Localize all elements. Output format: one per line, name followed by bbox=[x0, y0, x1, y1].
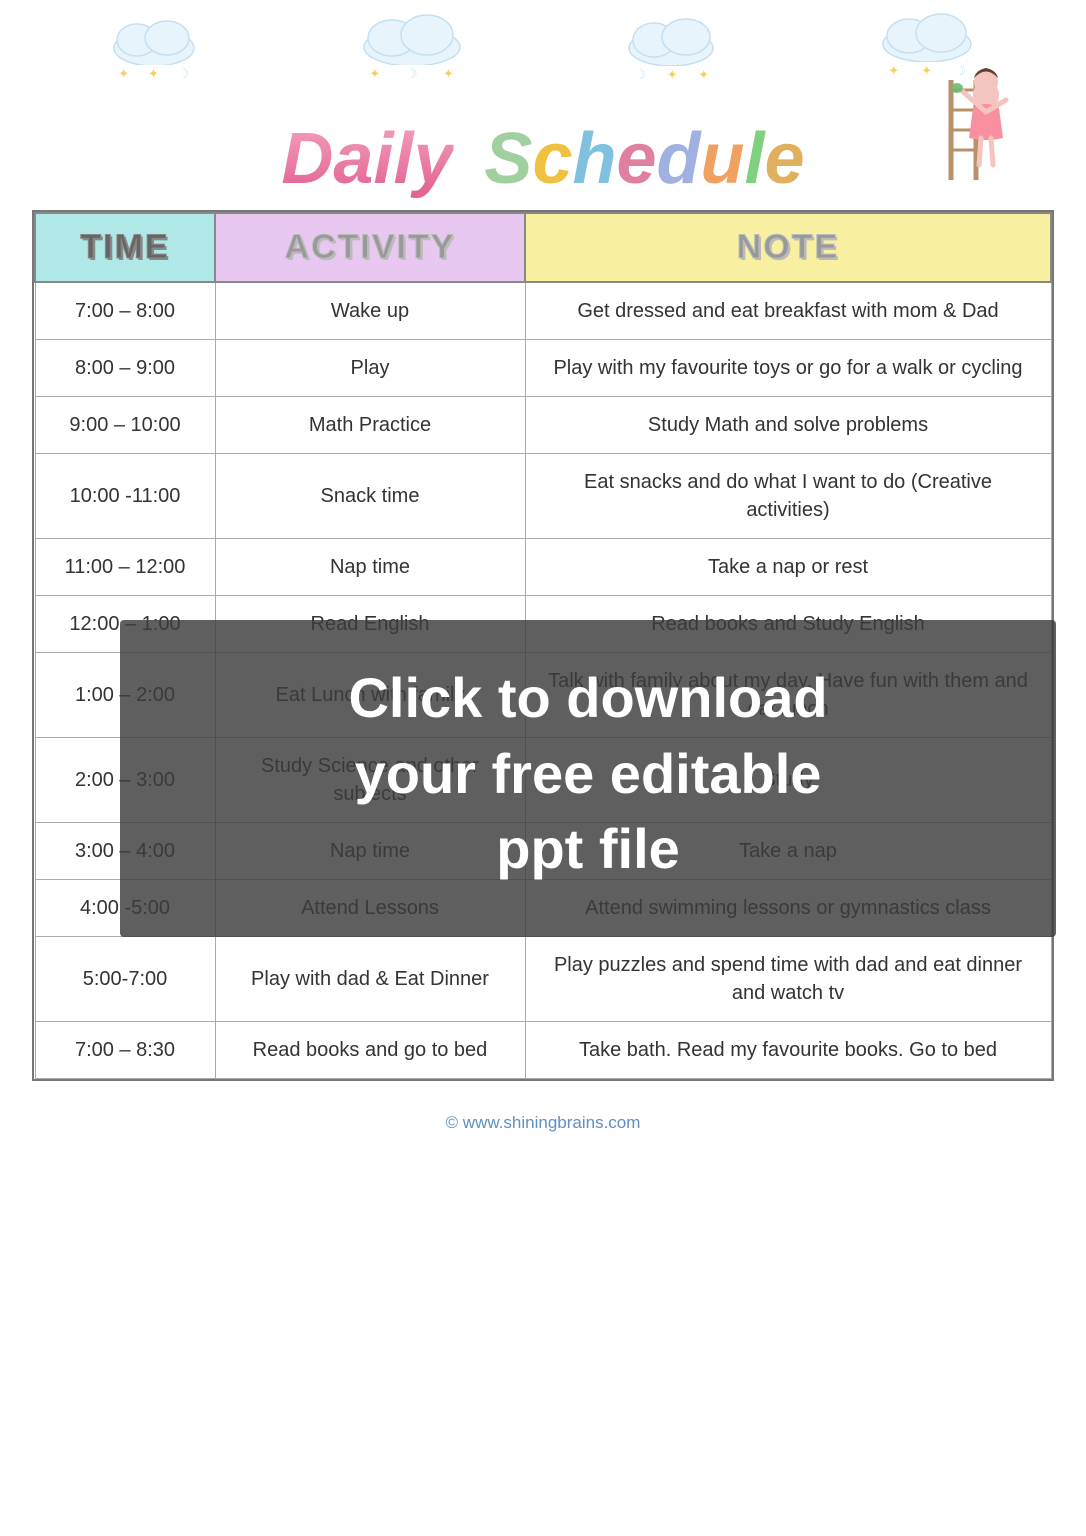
cloud-3: ☽ ✦ ✦ bbox=[624, 8, 719, 83]
column-header-activity: ACTIVITY bbox=[215, 213, 525, 282]
cell-time-3: 10:00 -11:00 bbox=[35, 454, 215, 539]
cell-activity-9: Attend Lessons bbox=[215, 880, 525, 937]
cell-activity-8: Nap time bbox=[215, 823, 525, 880]
clouds-decoration: ✦ ✦ ☽ ✦ ☽ ✦ bbox=[0, 0, 1086, 110]
table-row: 4:00 -5:00Attend LessonsAttend swimming … bbox=[35, 880, 1051, 937]
cell-activity-4: Nap time bbox=[215, 539, 525, 596]
cloud-1: ✦ ✦ ☽ bbox=[109, 10, 199, 82]
cell-note-1: Play with my favourite toys or go for a … bbox=[525, 340, 1051, 397]
cell-time-11: 7:00 – 8:30 bbox=[35, 1022, 215, 1079]
table-row: 10:00 -11:00Snack timeEat snacks and do … bbox=[35, 454, 1051, 539]
cell-activity-1: Play bbox=[215, 340, 525, 397]
cell-time-4: 11:00 – 12:00 bbox=[35, 539, 215, 596]
copyright-text: © www.shiningbrains.com bbox=[446, 1113, 641, 1132]
cell-time-5: 12:00 – 1:00 bbox=[35, 596, 215, 653]
cell-time-1: 8:00 – 9:00 bbox=[35, 340, 215, 397]
cloud-2: ✦ ☽ ✦ bbox=[357, 5, 467, 82]
cell-note-7: Study bbox=[525, 738, 1051, 823]
cell-activity-2: Math Practice bbox=[215, 397, 525, 454]
table-row: 11:00 – 12:00Nap timeTake a nap or rest bbox=[35, 539, 1051, 596]
cell-activity-7: Study Science and other subjects bbox=[215, 738, 525, 823]
girl-illustration bbox=[931, 20, 1021, 180]
cell-note-8: Take a nap bbox=[525, 823, 1051, 880]
table-row: 5:00-7:00Play with dad & Eat DinnerPlay … bbox=[35, 937, 1051, 1022]
page-title: Daily Schedule bbox=[281, 118, 804, 200]
table-row: 1:00 – 2:00Eat Lunch with familyTalk wit… bbox=[35, 653, 1051, 738]
table-row: 9:00 – 10:00Math PracticeStudy Math and … bbox=[35, 397, 1051, 454]
cell-time-0: 7:00 – 8:00 bbox=[35, 282, 215, 340]
cell-note-3: Eat snacks and do what I want to do (Cre… bbox=[525, 454, 1051, 539]
table-row: 2:00 – 3:00Study Science and other subje… bbox=[35, 738, 1051, 823]
cell-activity-11: Read books and go to bed bbox=[215, 1022, 525, 1079]
cell-note-6: Talk with family about my day. Have fun … bbox=[525, 653, 1051, 738]
cell-note-9: Attend swimming lessons or gymnastics cl… bbox=[525, 880, 1051, 937]
cell-note-2: Study Math and solve problems bbox=[525, 397, 1051, 454]
table-row: 3:00 – 4:00Nap timeTake a nap bbox=[35, 823, 1051, 880]
page-footer: © www.shiningbrains.com bbox=[0, 1101, 1086, 1151]
cell-activity-10: Play with dad & Eat Dinner bbox=[215, 937, 525, 1022]
table-header-row: TIME ACTIVITY NOTE bbox=[35, 213, 1051, 282]
table-row: 7:00 – 8:30Read books and go to bedTake … bbox=[35, 1022, 1051, 1079]
schedule-table-container: TIME ACTIVITY NOTE 7:00 – 8:00Wake upGet… bbox=[32, 210, 1054, 1081]
cell-time-9: 4:00 -5:00 bbox=[35, 880, 215, 937]
cell-note-5: Read books and Study English bbox=[525, 596, 1051, 653]
cell-time-6: 1:00 – 2:00 bbox=[35, 653, 215, 738]
cell-time-2: 9:00 – 10:00 bbox=[35, 397, 215, 454]
cell-note-11: Take bath. Read my favourite books. Go t… bbox=[525, 1022, 1051, 1079]
page-header: ✦ ✦ ☽ ✦ ☽ ✦ bbox=[0, 0, 1086, 210]
cell-activity-5: Read English bbox=[215, 596, 525, 653]
column-header-time: TIME bbox=[35, 213, 215, 282]
cell-activity-0: Wake up bbox=[215, 282, 525, 340]
cell-time-10: 5:00-7:00 bbox=[35, 937, 215, 1022]
cell-activity-6: Eat Lunch with family bbox=[215, 653, 525, 738]
cell-activity-3: Snack time bbox=[215, 454, 525, 539]
cell-note-10: Play puzzles and spend time with dad and… bbox=[525, 937, 1051, 1022]
cell-note-0: Get dressed and eat breakfast with mom &… bbox=[525, 282, 1051, 340]
schedule-table: TIME ACTIVITY NOTE 7:00 – 8:00Wake upGet… bbox=[34, 212, 1052, 1079]
cell-time-7: 2:00 – 3:00 bbox=[35, 738, 215, 823]
cell-note-4: Take a nap or rest bbox=[525, 539, 1051, 596]
table-row: 12:00 – 1:00Read EnglishRead books and S… bbox=[35, 596, 1051, 653]
column-header-note: NOTE bbox=[525, 213, 1051, 282]
table-row: 8:00 – 9:00PlayPlay with my favourite to… bbox=[35, 340, 1051, 397]
table-row: 7:00 – 8:00Wake upGet dressed and eat br… bbox=[35, 282, 1051, 340]
cell-time-8: 3:00 – 4:00 bbox=[35, 823, 215, 880]
